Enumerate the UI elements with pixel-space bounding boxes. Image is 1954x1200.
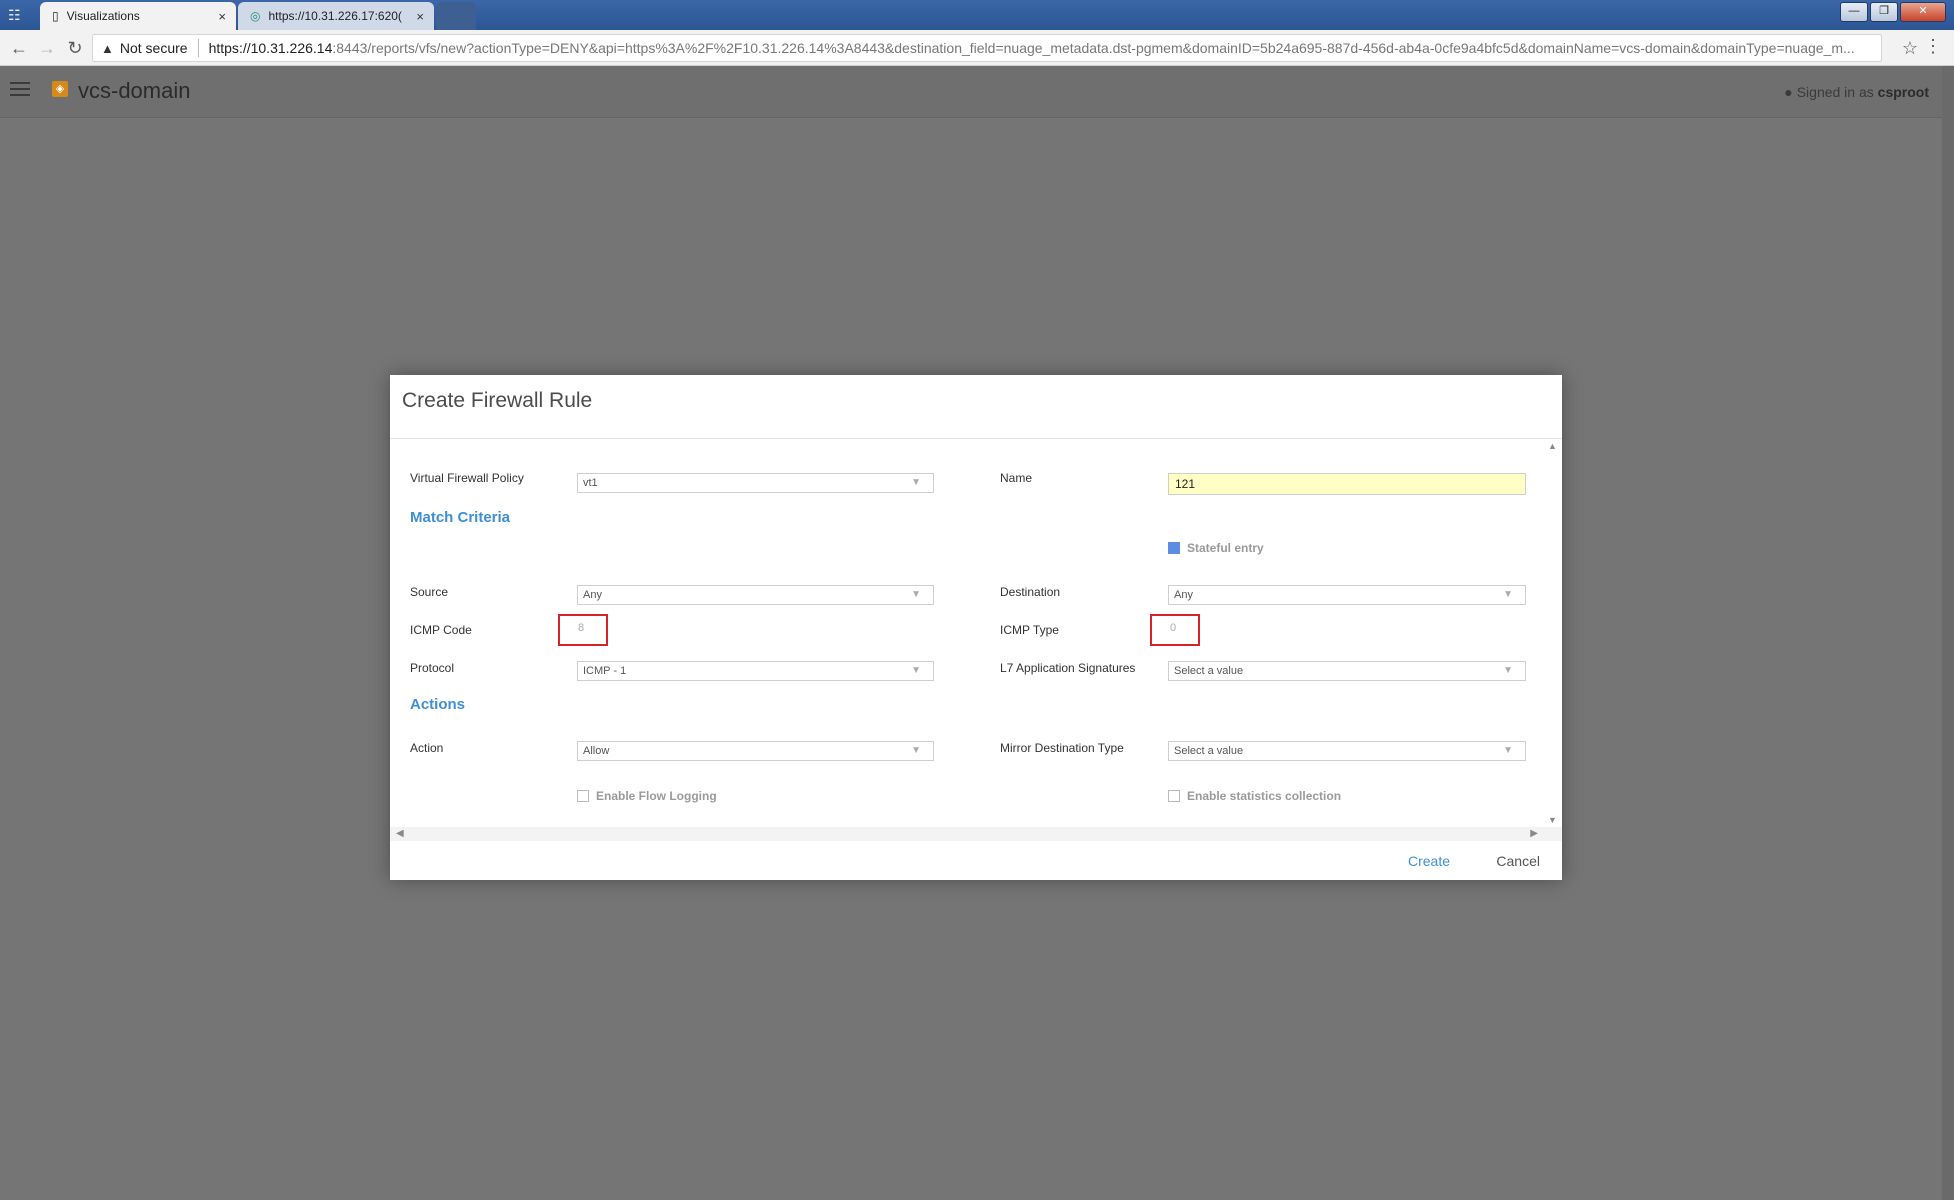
app-header: ◈ vcs-domain ● Signed in as csproot bbox=[0, 66, 1954, 118]
policy-label: Virtual Firewall Policy bbox=[410, 471, 524, 485]
scroll-right-icon[interactable]: ▶ bbox=[1530, 828, 1538, 839]
actions-heading: Actions bbox=[410, 696, 466, 713]
mirror-select[interactable]: Select a value ▼ bbox=[1168, 741, 1526, 761]
bookmark-star-icon[interactable]: ☆ bbox=[1902, 38, 1918, 59]
l7-select[interactable]: Select a value ▼ bbox=[1168, 661, 1526, 681]
page-scrollbar[interactable] bbox=[1942, 66, 1954, 1200]
url-input[interactable]: ▲ Not secure https://10.31.226.14:8443/r… bbox=[92, 34, 1882, 62]
maximize-icon[interactable]: ❐ bbox=[1870, 2, 1898, 22]
tab-close-icon[interactable]: × bbox=[218, 9, 226, 24]
dialog-body: Virtual Firewall Policy vt1 ▼ Name 121 Ma… bbox=[390, 439, 1562, 827]
url-path: :8443/reports/vfs/new?actionType=DENY&ap… bbox=[332, 40, 1855, 56]
username: csproot bbox=[1877, 84, 1929, 100]
tab-title: Visualizations bbox=[66, 9, 140, 23]
tab-visualizations[interactable]: ▯ Visualizations × bbox=[40, 2, 236, 30]
destination-label: Destination bbox=[1000, 585, 1061, 599]
icmp-code-label: ICMP Code bbox=[410, 623, 472, 637]
name-input[interactable]: 121 bbox=[1168, 473, 1526, 495]
destination-value: Any bbox=[1174, 589, 1193, 601]
stateful-entry-checkbox[interactable]: Stateful entry bbox=[1168, 541, 1264, 555]
url-host: ://10.31.226.14 bbox=[238, 40, 333, 56]
hamburger-menu-icon[interactable] bbox=[10, 82, 30, 100]
checkbox-checked-icon bbox=[1168, 542, 1180, 554]
reload-icon[interactable]: ↻ bbox=[64, 38, 86, 58]
source-select[interactable]: Any ▼ bbox=[577, 585, 934, 605]
tab-close-icon[interactable]: × bbox=[416, 9, 424, 24]
protocol-value: ICMP - 1 bbox=[583, 665, 627, 677]
icmp-type-label: ICMP Type bbox=[1000, 623, 1059, 637]
chevron-down-icon: ▼ bbox=[911, 745, 921, 756]
l7-value: Select a value bbox=[1174, 665, 1244, 677]
policy-value: vt1 bbox=[583, 477, 598, 489]
mirror-value: Select a value bbox=[1174, 745, 1244, 757]
tab-title: https://10.31.226.17:620( bbox=[268, 9, 402, 23]
destination-select[interactable]: Any ▼ bbox=[1168, 585, 1526, 605]
signed-in-status: ● Signed in as csproot bbox=[1784, 84, 1929, 100]
statistics-label: Enable statistics collection bbox=[1187, 789, 1342, 803]
cancel-button[interactable]: Cancel bbox=[1496, 853, 1540, 869]
checkbox-unchecked-icon bbox=[577, 790, 589, 802]
create-firewall-rule-dialog: Create Firewall Rule Virtual Firewall Po… bbox=[390, 375, 1562, 880]
close-window-icon[interactable]: ✕ bbox=[1900, 2, 1946, 22]
chevron-down-icon: ▼ bbox=[1503, 589, 1513, 600]
chevron-down-icon: ▼ bbox=[1503, 745, 1513, 756]
signed-in-label: Signed in as bbox=[1796, 84, 1874, 100]
chevron-down-icon: ▼ bbox=[911, 589, 921, 600]
browser-menu-kebab-icon[interactable]: ⋮ bbox=[1924, 36, 1942, 57]
divider bbox=[197, 39, 199, 57]
statistics-checkbox[interactable]: Enable statistics collection bbox=[1168, 789, 1341, 803]
security-label[interactable]: Not secure bbox=[120, 40, 188, 56]
stateful-entry-label: Stateful entry bbox=[1187, 541, 1264, 555]
chevron-down-icon: ▼ bbox=[1503, 665, 1513, 676]
page-icon: ▯ bbox=[52, 9, 59, 23]
mirror-label: Mirror Destination Type bbox=[1000, 741, 1124, 755]
icmp-code-input[interactable]: 8 bbox=[558, 614, 608, 646]
source-label: Source bbox=[410, 585, 449, 599]
new-tab-button[interactable] bbox=[436, 2, 476, 30]
action-select[interactable]: Allow ▼ bbox=[577, 741, 934, 761]
domain-icon: ◈ bbox=[52, 81, 68, 97]
dialog-vertical-scrollbar[interactable]: ▲ ▼ bbox=[1548, 439, 1558, 827]
name-label: Name bbox=[1000, 471, 1033, 485]
chevron-down-icon: ▼ bbox=[911, 477, 921, 488]
protocol-select[interactable]: ICMP - 1 ▼ bbox=[577, 661, 934, 681]
protocol-label: Protocol bbox=[410, 661, 455, 675]
warning-icon: ▲ bbox=[101, 40, 114, 56]
scroll-down-icon[interactable]: ▼ bbox=[1548, 815, 1557, 825]
match-criteria-heading: Match Criteria bbox=[410, 509, 511, 526]
create-button[interactable]: Create bbox=[1408, 853, 1450, 869]
action-label: Action bbox=[410, 741, 444, 755]
l7-label: L7 Application Signatures bbox=[1000, 661, 1136, 675]
dialog-horizontal-scrollbar[interactable]: ◀ ▶ bbox=[390, 827, 1562, 841]
icmp-type-input[interactable]: 0 bbox=[1150, 614, 1200, 646]
scroll-left-icon[interactable]: ◀ bbox=[396, 828, 404, 839]
checkbox-unchecked-icon bbox=[1168, 790, 1180, 802]
browser-menu-icon[interactable]: ☷ bbox=[8, 7, 26, 23]
forward-arrow-icon[interactable]: → bbox=[36, 38, 58, 58]
window-controls: — ❐ ✕ bbox=[1840, 2, 1946, 22]
back-arrow-icon[interactable]: ← bbox=[8, 38, 30, 58]
minimize-icon[interactable]: — bbox=[1840, 2, 1868, 22]
flow-logging-checkbox[interactable]: Enable Flow Logging bbox=[577, 789, 717, 803]
browser-tab-bar: ☷ ▯ Visualizations × ◎ https://10.31.226… bbox=[0, 0, 1954, 30]
tab-second[interactable]: ◎ https://10.31.226.17:620( × bbox=[238, 2, 434, 30]
url-scheme: https bbox=[208, 40, 239, 56]
page-title: vcs-domain bbox=[78, 78, 191, 103]
dialog-footer: Create Cancel bbox=[390, 841, 1562, 880]
action-value: Allow bbox=[583, 745, 610, 757]
dialog-title: Create Firewall Rule bbox=[402, 389, 593, 412]
flow-logging-label: Enable Flow Logging bbox=[596, 789, 717, 803]
user-icon: ● bbox=[1784, 84, 1793, 100]
scroll-up-icon[interactable]: ▲ bbox=[1548, 441, 1557, 451]
site-icon: ◎ bbox=[250, 9, 261, 23]
address-bar: ← → ↻ ▲ Not secure https://10.31.226.14:… bbox=[0, 30, 1954, 66]
policy-select[interactable]: vt1 ▼ bbox=[577, 473, 934, 493]
chevron-down-icon: ▼ bbox=[911, 665, 921, 676]
source-value: Any bbox=[583, 589, 602, 601]
